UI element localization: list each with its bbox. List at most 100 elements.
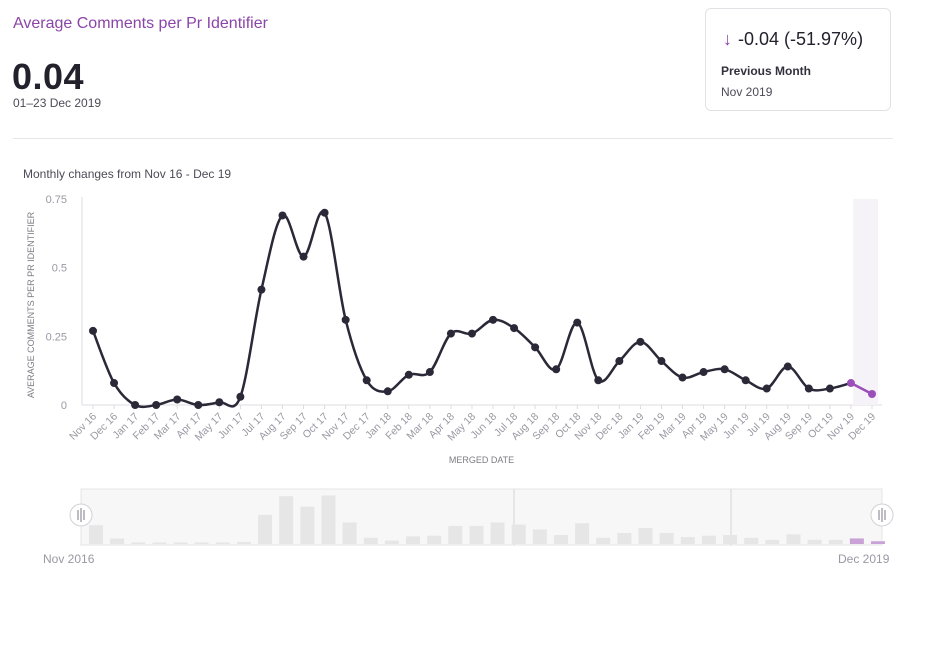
- brush-bar: [786, 534, 801, 544]
- comparison-card: ↓ -0.04 (-51.97%) Previous Month Nov 2019: [705, 8, 891, 111]
- brush-bar: [258, 514, 273, 544]
- data-point: [657, 357, 666, 366]
- brush-bar: [744, 537, 759, 544]
- comparison-period: Nov 2019: [721, 85, 773, 99]
- brush-bar: [384, 540, 399, 544]
- brush-bar: [575, 523, 590, 544]
- y-tick-label: 0: [61, 400, 67, 412]
- data-point: [257, 285, 266, 294]
- data-point: [425, 368, 434, 377]
- brush-bar: [723, 534, 738, 544]
- y-axis: 0 0.25 0.5 0.75: [46, 194, 83, 412]
- brush-bar: [490, 522, 505, 544]
- x-axis-label: MERGED DATE: [449, 455, 514, 465]
- data-point: [131, 401, 140, 409]
- data-point: [152, 401, 161, 409]
- y-tick-label: 0.25: [46, 331, 67, 343]
- brush-bar: [89, 525, 103, 544]
- data-point: [699, 368, 708, 377]
- data-point: [194, 401, 203, 409]
- section-divider: [13, 138, 893, 139]
- data-point: [404, 370, 413, 379]
- brush-handle-left[interactable]: [69, 503, 93, 527]
- data-point: [383, 387, 392, 396]
- brush-bar: [680, 537, 695, 544]
- brush-bar: [152, 542, 167, 544]
- brush-bar: [532, 529, 547, 544]
- brush-bar: [321, 495, 336, 544]
- data-point: [762, 384, 771, 393]
- data-point: [594, 376, 603, 385]
- brush-bar: [427, 535, 442, 544]
- metric-title: Average Comments per Pr Identifier: [13, 15, 268, 32]
- brush-bar: [215, 542, 230, 544]
- chart-subtitle: Monthly changes from Nov 16 - Dec 19: [23, 167, 232, 181]
- data-point: [446, 329, 455, 338]
- brush-bar: [236, 541, 251, 544]
- data-point: [804, 384, 813, 393]
- brush-bar: [194, 542, 209, 544]
- data-point: [678, 373, 687, 382]
- brush-bar: [511, 524, 526, 544]
- brush-bar: [448, 525, 463, 544]
- data-point: [552, 365, 561, 374]
- data-point: [236, 392, 245, 401]
- change-value: ↓ -0.04 (-51.97%): [723, 29, 863, 50]
- data-point: [531, 343, 540, 352]
- brush-bar: [406, 536, 421, 544]
- change-text: -0.04 (-51.97%): [738, 29, 864, 49]
- comparison-label: Previous Month: [721, 64, 812, 78]
- brush-handle-right[interactable]: [870, 503, 894, 527]
- brush-bar: [638, 528, 653, 544]
- data-point: [783, 362, 792, 371]
- data-point: [636, 337, 645, 346]
- data-point: [720, 365, 729, 374]
- brush-bar: [553, 534, 568, 544]
- y-tick-label: 0.5: [52, 263, 67, 275]
- line-chart: 0 0.25 0.5 0.75 Nov 16Dec 16Jan 17Feb 17Mar…: [26, 194, 882, 465]
- metric-date-range: 01–23 Dec 2019: [13, 96, 102, 110]
- data-point: [320, 208, 329, 217]
- series-line: [91, 210, 852, 409]
- data-points: [89, 208, 876, 409]
- range-brush[interactable]: [0, 485, 931, 555]
- data-point: [341, 315, 350, 324]
- brush-start-label: Nov 2016: [43, 552, 95, 566]
- data-point: [510, 324, 519, 333]
- brush-end-label: Dec 2019: [838, 552, 890, 566]
- arrow-down-icon: ↓: [723, 29, 732, 49]
- y-tick-label: 0.75: [46, 194, 67, 206]
- data-point: [741, 376, 750, 385]
- brush-bar: [871, 541, 885, 544]
- brush-bar: [131, 542, 146, 544]
- brush-bar: [765, 539, 780, 544]
- brush-bar: [596, 537, 611, 544]
- brush-bar: [363, 537, 378, 544]
- brush-bar: [110, 538, 125, 544]
- brush-bar: [617, 532, 632, 544]
- data-point: [362, 376, 371, 385]
- data-point: [299, 252, 308, 261]
- data-point: [615, 357, 624, 366]
- x-axis: Nov 16Dec 16Jan 17Feb 17Mar 17Apr 17May …: [67, 404, 882, 443]
- brush-bar: [300, 506, 315, 544]
- brush-bar: [849, 538, 864, 544]
- current-period-band: [853, 199, 878, 405]
- data-point: [89, 326, 97, 335]
- brush-bar: [807, 539, 822, 544]
- brush-bar: [342, 522, 357, 544]
- data-point: [215, 398, 224, 407]
- data-point: [278, 211, 287, 220]
- data-point: [868, 390, 876, 399]
- brush-bar: [659, 532, 674, 544]
- brush-bar: [173, 542, 188, 544]
- data-point: [825, 384, 834, 393]
- brush-bar: [701, 535, 716, 544]
- brush-bar: [828, 539, 843, 544]
- brush-bar: [279, 496, 294, 544]
- data-point: [489, 315, 498, 324]
- data-point: [467, 329, 476, 338]
- data-point: [173, 395, 182, 404]
- data-point: [110, 379, 119, 388]
- data-point: [846, 379, 855, 388]
